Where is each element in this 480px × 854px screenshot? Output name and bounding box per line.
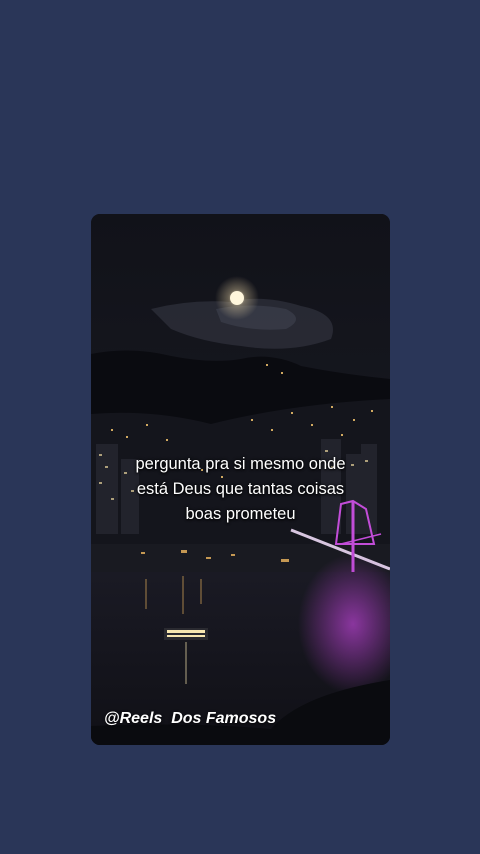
caption-line-3: boas prometeu bbox=[185, 505, 296, 523]
video-frame[interactable]: pergunta pra si mesmo onde está Deus que… bbox=[91, 214, 390, 745]
channel-watermark: @Reels Dos Famosos bbox=[104, 710, 277, 727]
caption-line-1: pergunta pra si mesmo onde bbox=[135, 455, 346, 473]
caption-line-2: está Deus que tantas coisas bbox=[136, 480, 345, 498]
quote-caption: pergunta pra si mesmo onde está Deus que… bbox=[91, 452, 390, 527]
